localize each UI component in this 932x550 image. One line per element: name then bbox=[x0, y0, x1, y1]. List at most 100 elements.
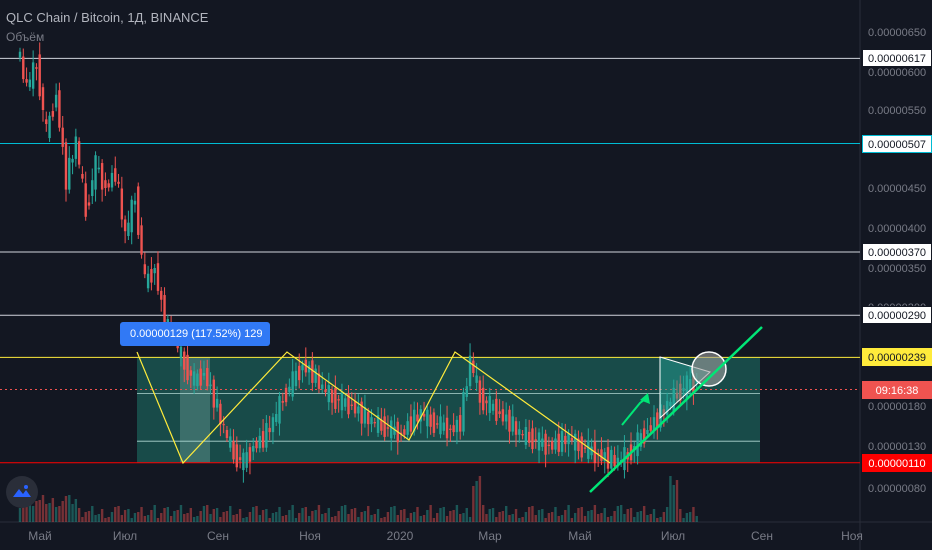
candle-body bbox=[298, 365, 301, 381]
volume-bar bbox=[511, 514, 514, 522]
volume-bar bbox=[229, 506, 232, 522]
candle-body bbox=[120, 188, 124, 220]
volume-bar bbox=[593, 505, 597, 522]
candle-body bbox=[321, 384, 324, 389]
volume-bar bbox=[41, 495, 45, 522]
candle-body bbox=[613, 454, 616, 467]
volume-bar bbox=[357, 517, 360, 522]
price-label: 0.00000239 bbox=[862, 348, 932, 367]
candle-body bbox=[468, 355, 472, 387]
volume-bar bbox=[514, 509, 518, 522]
volume-bar bbox=[600, 513, 603, 522]
volume-bar bbox=[426, 510, 429, 522]
volume-bar bbox=[649, 514, 652, 522]
volume-bar bbox=[294, 518, 298, 522]
volume-bar bbox=[192, 517, 196, 522]
volume-bar bbox=[518, 518, 521, 522]
volume-bar bbox=[120, 515, 124, 522]
volume-bar bbox=[590, 510, 593, 522]
volume-bar bbox=[409, 513, 413, 522]
volume-bar bbox=[87, 511, 91, 522]
volume-bar bbox=[81, 517, 84, 522]
y-tick-label: 0.00000080 bbox=[868, 483, 926, 495]
volume-bar bbox=[685, 513, 689, 522]
volume-bar bbox=[534, 515, 537, 522]
candle-body bbox=[386, 427, 390, 429]
x-tick-label: Июл bbox=[113, 529, 137, 543]
price-chart[interactable]: 0.00000650 0.00000600 0.00000550 0.00000450… bbox=[0, 0, 932, 550]
volume-bar bbox=[544, 518, 547, 522]
candle-body bbox=[61, 127, 64, 147]
candle-body bbox=[107, 183, 110, 188]
volume-bar bbox=[472, 486, 475, 522]
volume-bar bbox=[363, 511, 367, 522]
volume-bar bbox=[347, 514, 350, 522]
volume-bar bbox=[587, 511, 590, 522]
volume-bar bbox=[225, 511, 229, 522]
volume-bar bbox=[550, 512, 554, 522]
candle-body bbox=[646, 430, 649, 434]
candle-body bbox=[600, 449, 603, 461]
candle-body bbox=[416, 414, 419, 422]
volume-bar bbox=[416, 507, 419, 522]
candle-body bbox=[196, 373, 199, 387]
candle-body bbox=[567, 433, 570, 445]
volume-bar bbox=[439, 508, 442, 522]
volume-bar bbox=[160, 513, 163, 522]
candle-body bbox=[435, 423, 439, 425]
candle-body bbox=[284, 387, 288, 403]
volume-bar bbox=[429, 505, 432, 522]
price-label: 0.00000617 bbox=[862, 49, 932, 68]
candle-body bbox=[560, 431, 564, 452]
candle-body bbox=[51, 111, 55, 117]
candle-body bbox=[199, 368, 202, 386]
volume-bar bbox=[606, 517, 610, 522]
volume-bar bbox=[284, 515, 288, 522]
volume-bar bbox=[504, 506, 508, 522]
candle-body bbox=[426, 409, 429, 427]
candle-body bbox=[242, 452, 245, 471]
candle-body bbox=[291, 371, 294, 397]
volume-bar bbox=[54, 507, 58, 522]
candle-body bbox=[445, 417, 449, 439]
volume-bar bbox=[656, 518, 659, 522]
candle-body bbox=[508, 409, 511, 432]
candle-body bbox=[156, 263, 160, 291]
volume-bar bbox=[442, 507, 445, 522]
volume-bar bbox=[202, 506, 206, 522]
volume-bar bbox=[123, 510, 127, 522]
volume-bar bbox=[48, 503, 51, 522]
volume-bar bbox=[573, 513, 577, 522]
candle-body bbox=[146, 273, 150, 289]
volume-bar bbox=[376, 509, 380, 522]
volume-bar bbox=[189, 508, 193, 522]
candle-body bbox=[521, 434, 524, 436]
y-tick-label: 0.00000450 bbox=[868, 183, 926, 195]
volume-bar bbox=[672, 485, 675, 522]
candle-body bbox=[422, 414, 426, 417]
volume-bar bbox=[679, 509, 682, 522]
volume-bar bbox=[688, 512, 692, 522]
candle-body bbox=[452, 425, 455, 433]
candle-body bbox=[130, 199, 133, 233]
volume-bar bbox=[386, 512, 390, 522]
volume-bar bbox=[137, 512, 140, 522]
logo-glyph bbox=[13, 485, 31, 497]
volume-bar bbox=[360, 512, 363, 522]
volume-bar bbox=[623, 514, 626, 522]
volume-bar bbox=[235, 514, 239, 522]
volume-bar bbox=[166, 507, 170, 522]
volume-bar bbox=[150, 510, 153, 522]
x-tick-label: Ноя bbox=[841, 529, 863, 543]
volume-bar bbox=[100, 509, 104, 522]
volume-bar bbox=[422, 515, 426, 522]
volume-bar bbox=[639, 511, 643, 522]
volume-bar bbox=[222, 512, 225, 522]
candle-body bbox=[222, 424, 225, 426]
candle-body bbox=[255, 441, 258, 449]
candle-body bbox=[271, 417, 275, 433]
candle-body bbox=[278, 396, 281, 424]
x-tick-label: 2020 bbox=[387, 529, 414, 543]
volume-bar bbox=[616, 506, 620, 522]
volume-bar bbox=[626, 509, 629, 522]
